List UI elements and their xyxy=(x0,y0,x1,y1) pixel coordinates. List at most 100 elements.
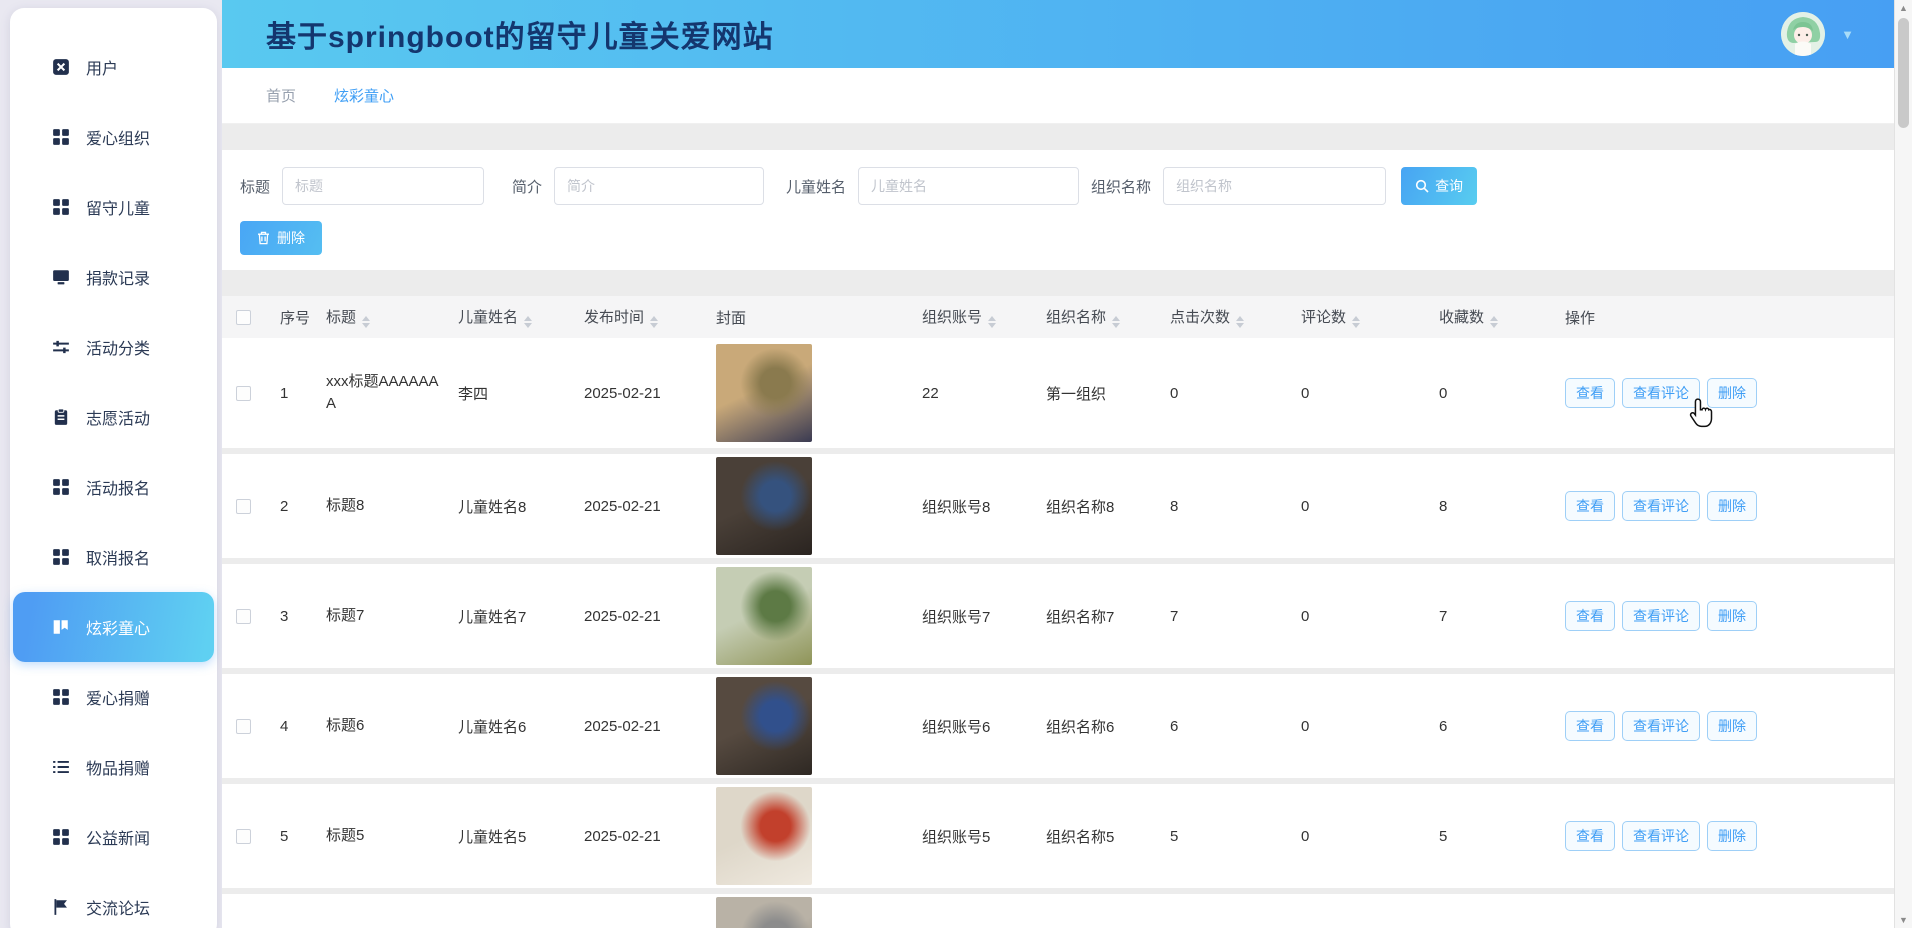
delete-button[interactable]: 删除 xyxy=(1707,821,1757,851)
breadcrumb: 首页 炫彩童心 xyxy=(222,68,1894,124)
cell-index: 1 xyxy=(272,385,318,402)
cover-image xyxy=(716,897,812,928)
view-comments-button[interactable]: 查看评论 xyxy=(1622,821,1700,851)
sidebar-item-colorful-childheart[interactable]: 炫彩童心 xyxy=(13,592,214,662)
scroll-up-icon[interactable]: ▲ xyxy=(1895,0,1912,16)
view-comments-button[interactable]: 查看评论 xyxy=(1622,601,1700,631)
user-avatar[interactable] xyxy=(1781,12,1825,56)
delete-button[interactable]: 删除 xyxy=(1707,711,1757,741)
column-header-org_name[interactable]: 组织名称 xyxy=(1038,306,1162,328)
sidebar-item-volunteer-activity[interactable]: 志愿活动 xyxy=(10,382,217,452)
sidebar-item-forum[interactable]: 交流论坛 xyxy=(10,872,217,928)
column-header-title[interactable]: 标题 xyxy=(318,306,450,328)
cover-image xyxy=(716,344,812,442)
sidebar-item-item-donation[interactable]: 物品捐赠 xyxy=(10,732,217,802)
filter-input-title[interactable] xyxy=(282,167,484,205)
sidebar-item-label: 取消报名 xyxy=(86,545,150,569)
row-checkbox[interactable] xyxy=(236,499,251,514)
sidebar-item-label: 爱心捐赠 xyxy=(86,685,150,709)
cell-child-name: 儿童姓名7 xyxy=(450,606,576,627)
view-comments-button[interactable]: 查看评论 xyxy=(1622,378,1700,408)
sidebar-item-label: 炫彩童心 xyxy=(86,615,150,639)
sort-icon[interactable] xyxy=(1352,316,1360,328)
row-checkbox[interactable] xyxy=(236,829,251,844)
sidebar-item-activity-category[interactable]: 活动分类 xyxy=(10,312,217,382)
scroll-down-icon[interactable]: ▼ xyxy=(1895,912,1912,928)
sidebar: 用户爱心组织留守儿童捐款记录活动分类志愿活动活动报名取消报名炫彩童心爱心捐赠物品… xyxy=(10,8,217,928)
cell-favorites: 5 xyxy=(1431,828,1557,845)
scrollbar-thumb[interactable] xyxy=(1898,18,1909,128)
column-header-org_account[interactable]: 组织账号 xyxy=(914,306,1038,328)
row-actions: 查看查看评论删除 xyxy=(1557,821,1894,851)
cell-child-name: 李四 xyxy=(450,383,576,404)
view-comments-button[interactable]: 查看评论 xyxy=(1622,711,1700,741)
cell-org-account: 组织账号8 xyxy=(914,496,1038,517)
row-checkbox[interactable] xyxy=(236,609,251,624)
filter-input-child-name[interactable] xyxy=(858,167,1079,205)
row-checkbox[interactable] xyxy=(236,386,251,401)
view-button[interactable]: 查看 xyxy=(1565,378,1615,408)
sort-icon[interactable] xyxy=(1490,316,1498,328)
cover-image xyxy=(716,457,812,555)
table-row: 2标题8儿童姓名82025-02-21组织账号8组织名称8808查看查看评论删除 xyxy=(222,448,1894,558)
view-button[interactable]: 查看 xyxy=(1565,601,1615,631)
filter-input-intro[interactable] xyxy=(554,167,764,205)
search-button[interactable]: 查询 xyxy=(1401,167,1477,205)
trash-icon xyxy=(257,231,270,245)
sidebar-item-users[interactable]: 用户 xyxy=(10,32,217,102)
view-comments-button[interactable]: 查看评论 xyxy=(1622,491,1700,521)
delete-button[interactable]: 删除 xyxy=(1707,601,1757,631)
breadcrumb-item-home[interactable]: 首页 xyxy=(266,85,296,106)
table-row: 1xxx标题AAAAAAA李四2025-02-2122第一组织000查看查看评论… xyxy=(222,338,1894,448)
sidebar-item-love-organization[interactable]: 爱心组织 xyxy=(10,102,217,172)
filter-label-child-name: 儿童姓名 xyxy=(786,176,846,197)
view-button[interactable]: 查看 xyxy=(1565,491,1615,521)
sidebar-item-donation-records[interactable]: 捐款记录 xyxy=(10,242,217,312)
filter-input-org-name[interactable] xyxy=(1163,167,1386,205)
cell-publish-date: 2025-02-21 xyxy=(576,385,708,402)
select-all-checkbox[interactable] xyxy=(236,310,251,325)
vertical-scrollbar[interactable]: ▲ ▼ xyxy=(1894,0,1912,928)
page-title: 基于springboot的留守儿童关爱网站 xyxy=(266,12,1781,56)
sidebar-item-left-behind-children[interactable]: 留守儿童 xyxy=(10,172,217,242)
sidebar-item-cancel-signup[interactable]: 取消报名 xyxy=(10,522,217,592)
sort-icon[interactable] xyxy=(524,316,532,328)
user-menu-caret-icon[interactable]: ▼ xyxy=(1841,27,1854,42)
sidebar-item-label: 活动报名 xyxy=(86,475,150,499)
cell-clicks: 5 xyxy=(1162,828,1293,845)
delete-button[interactable]: 删除 xyxy=(1707,378,1757,408)
breadcrumb-item-colorful-childheart[interactable]: 炫彩童心 xyxy=(334,85,394,106)
sidebar-item-activity-signup[interactable]: 活动报名 xyxy=(10,452,217,522)
bulk-delete-label: 删除 xyxy=(277,228,305,248)
filter-panel: 标题简介儿童姓名组织名称查询 删除 xyxy=(222,150,1894,270)
sidebar-item-label: 活动分类 xyxy=(86,335,150,359)
cell-index: 4 xyxy=(272,718,318,735)
delete-button[interactable]: 删除 xyxy=(1707,491,1757,521)
cell-org-name: 组织名称6 xyxy=(1038,716,1162,737)
column-header-publish_date[interactable]: 发布时间 xyxy=(576,306,708,328)
column-header-clicks[interactable]: 点击次数 xyxy=(1162,306,1293,328)
sort-icon[interactable] xyxy=(1236,316,1244,328)
sort-icon[interactable] xyxy=(362,316,370,328)
column-header-comments[interactable]: 评论数 xyxy=(1293,306,1431,328)
bulk-delete-button[interactable]: 删除 xyxy=(240,221,322,255)
sidebar-item-label: 留守儿童 xyxy=(86,195,150,219)
column-header-favorites[interactable]: 收藏数 xyxy=(1431,306,1557,328)
sort-icon[interactable] xyxy=(1112,316,1120,328)
filter-group-child-name: 儿童姓名 xyxy=(786,167,1079,205)
sort-icon[interactable] xyxy=(988,316,996,328)
column-header-child_name[interactable]: 儿童姓名 xyxy=(450,306,576,328)
row-checkbox[interactable] xyxy=(236,719,251,734)
view-button[interactable]: 查看 xyxy=(1565,821,1615,851)
grid-icon xyxy=(52,828,70,846)
column-header-cover: 封面 xyxy=(708,307,914,328)
cell-org-account: 组织账号7 xyxy=(914,606,1038,627)
sort-icon[interactable] xyxy=(650,316,658,328)
cell-org-name: 组织名称7 xyxy=(1038,606,1162,627)
sidebar-item-love-donation[interactable]: 爱心捐赠 xyxy=(10,662,217,732)
view-button[interactable]: 查看 xyxy=(1565,711,1615,741)
sidebar-item-label: 用户 xyxy=(86,55,118,79)
sidebar-item-charity-news[interactable]: 公益新闻 xyxy=(10,802,217,872)
cover-image xyxy=(716,567,812,665)
filter-label-org-name: 组织名称 xyxy=(1091,176,1151,197)
